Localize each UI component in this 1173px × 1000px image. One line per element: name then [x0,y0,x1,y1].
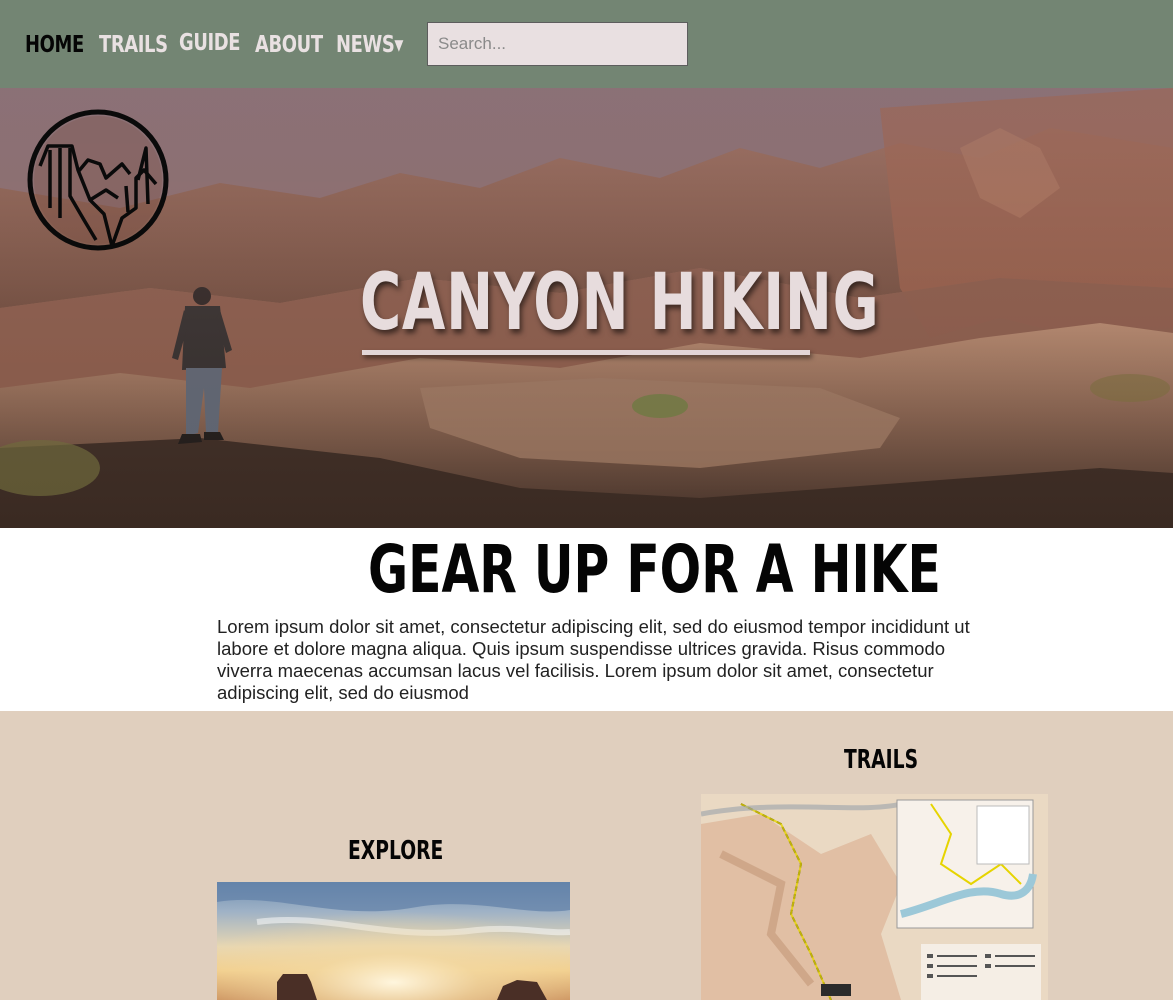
trails-heading: Trails [844,745,919,775]
explore-heading: Explore [348,836,444,866]
nav-news-dropdown[interactable]: News▾ [336,30,403,60]
nav-guide-link[interactable]: Guide [179,28,241,58]
nav-about-link[interactable]: About [255,30,323,60]
nav-trails-link[interactable]: Trails [99,30,168,60]
search-input[interactable] [427,22,688,66]
features-section: Explore Trails [0,711,1173,1000]
hero-title-underline [362,350,810,355]
nav-home-link[interactable]: Home [25,30,84,60]
explore-image[interactable] [217,882,570,1000]
intro-section: Gear up for a hike Lorem ipsum dolor sit… [0,528,1173,711]
intro-paragraph: Lorem ipsum dolor sit amet, consectetur … [217,616,970,703]
canyon-logo-icon[interactable] [26,108,170,252]
intro-heading: Gear up for a hike [368,531,941,608]
hero-banner: Canyon Hiking [0,88,1173,528]
hero-title: Canyon Hiking [360,258,880,348]
trail-map-image[interactable] [701,794,1048,1000]
top-navbar: Home Trails Guide About News▾ [0,0,1173,88]
